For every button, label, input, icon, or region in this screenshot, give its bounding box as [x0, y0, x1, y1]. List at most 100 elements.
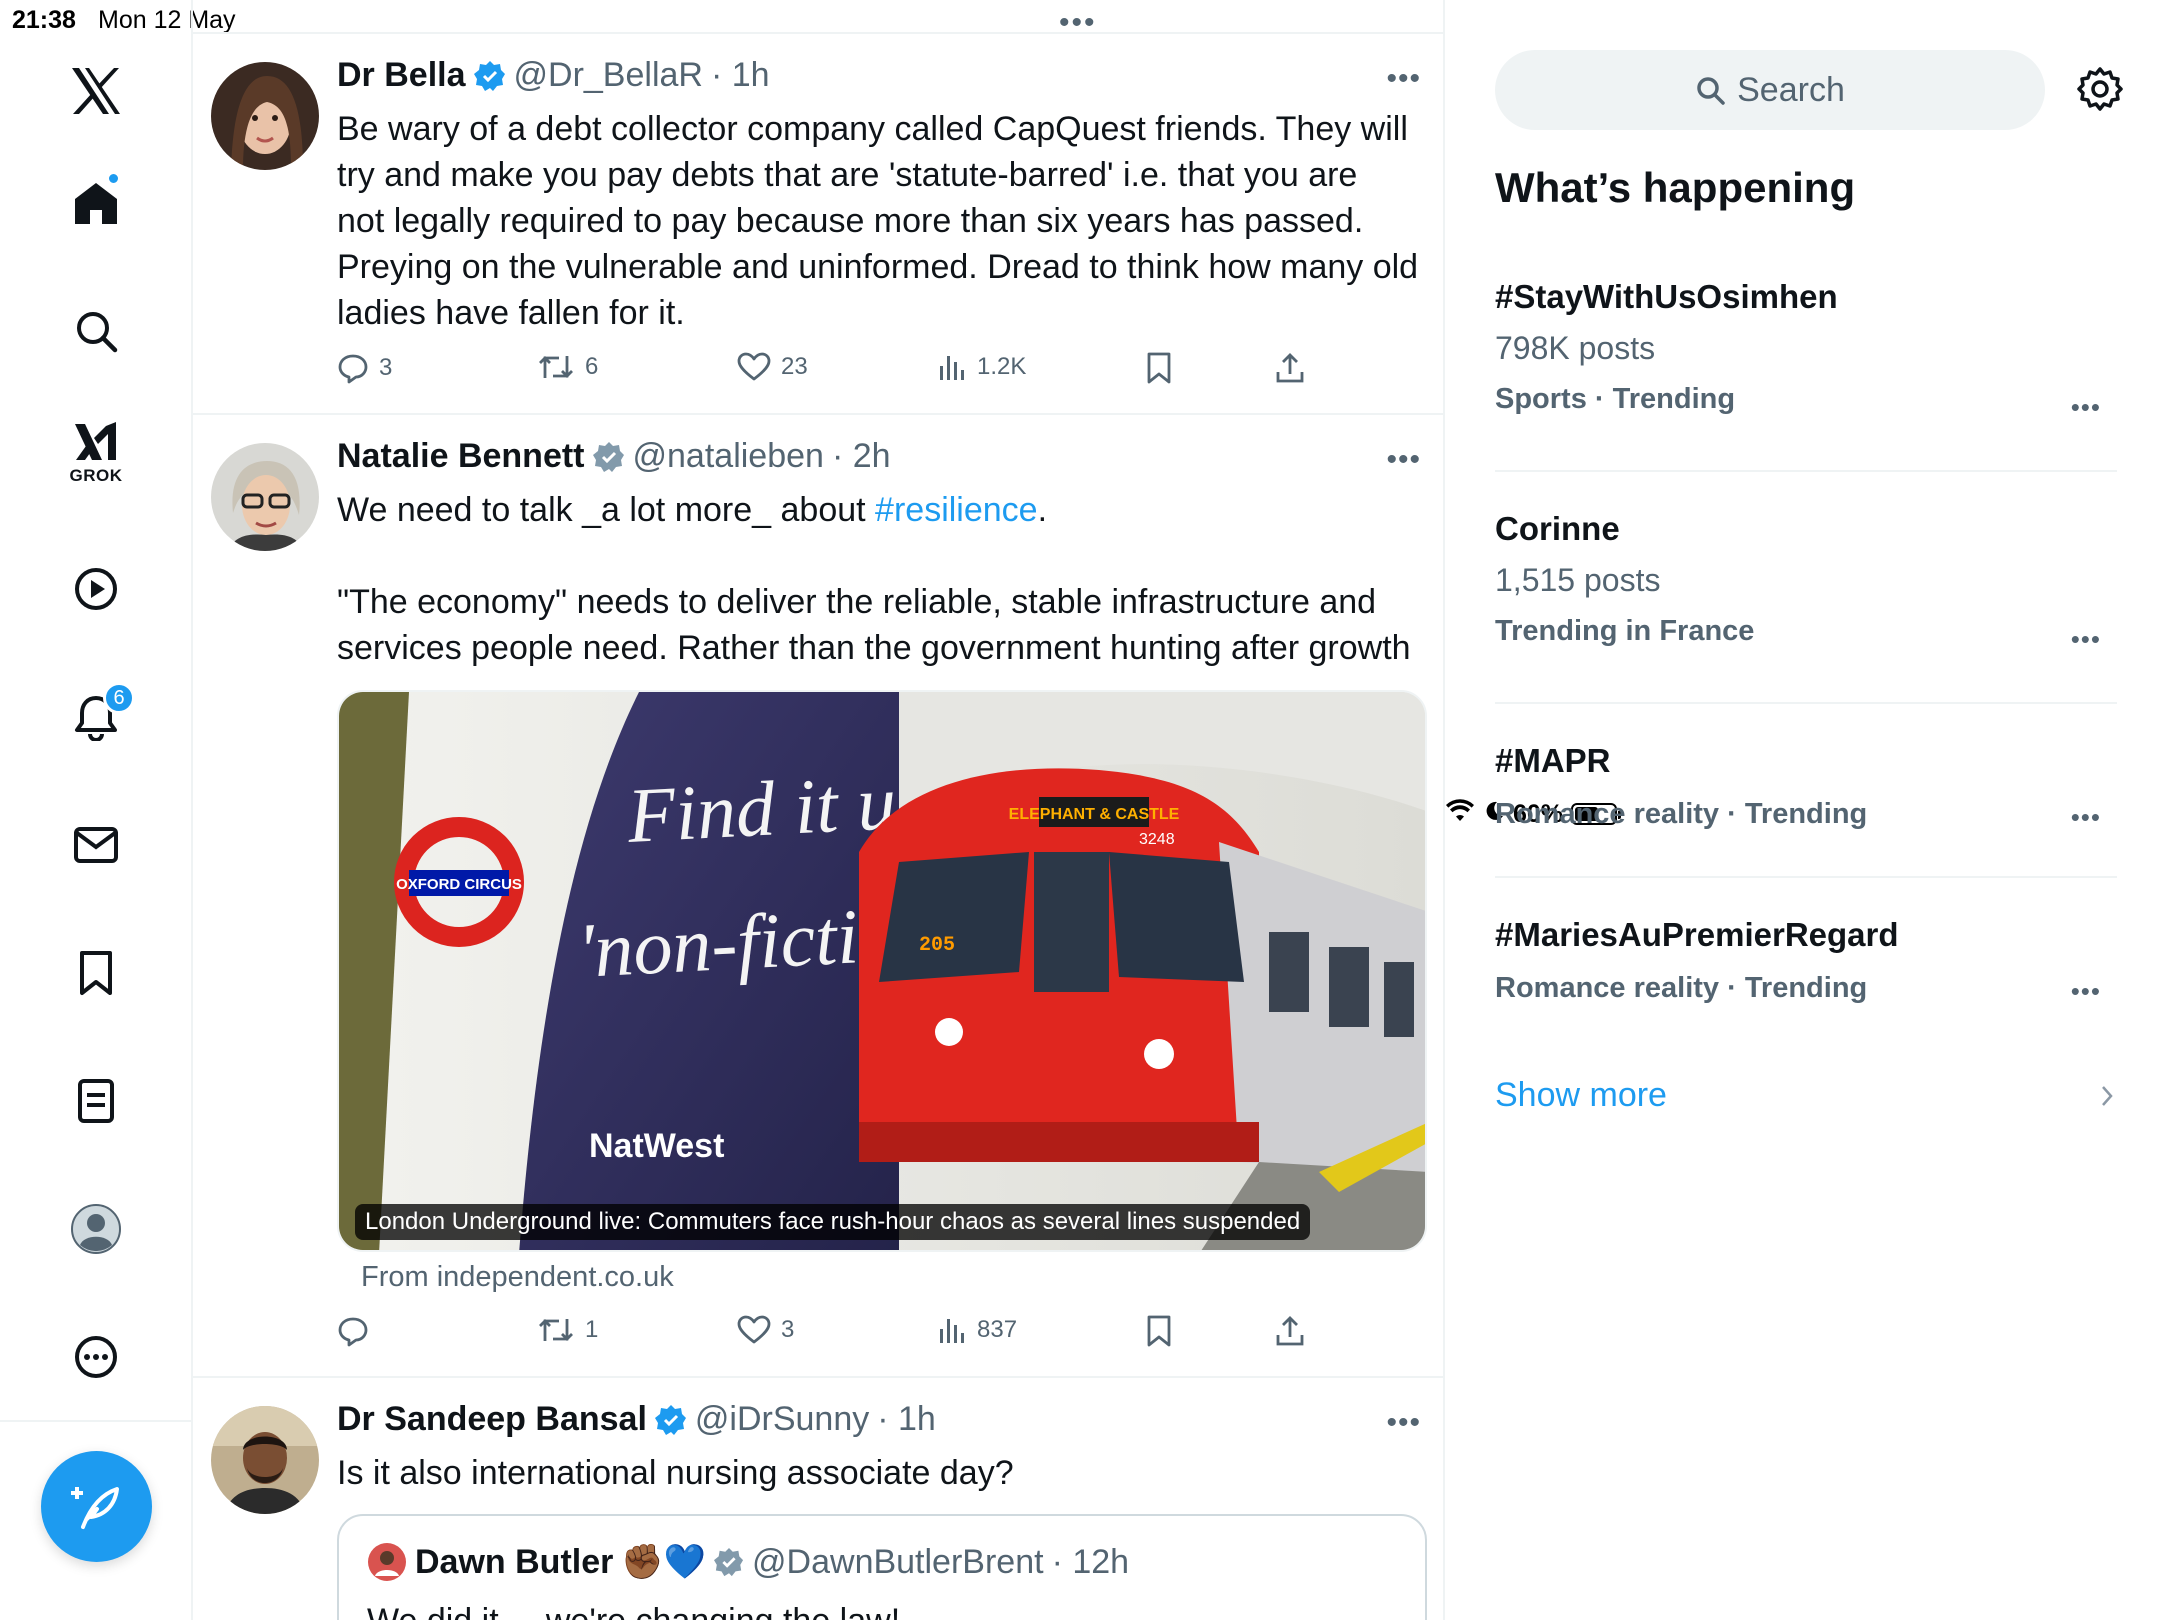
avatar[interactable]	[211, 443, 319, 551]
reply-icon	[338, 354, 368, 384]
tweet-time[interactable]: · 1h	[711, 56, 770, 95]
tweet[interactable]: Dr Bella @Dr_BellaR · 1h ••• Be wary of …	[193, 34, 1443, 415]
trend-item[interactable]: #MAPR Romance reality · Trending •••	[1495, 742, 2117, 852]
left-nav: GROK 6	[0, 0, 193, 1620]
avatar[interactable]	[211, 1406, 319, 1514]
trend-meta: Romance reality · Trending	[1495, 972, 1868, 1004]
hashtag-link[interactable]: #resilience	[875, 491, 1038, 529]
nav-more[interactable]	[51, 1312, 141, 1402]
bookmark-button[interactable]	[1145, 1315, 1173, 1347]
tweet-more-icon[interactable]: •••	[1386, 443, 1421, 477]
nav-divider	[0, 1420, 193, 1422]
search-box[interactable]: Search	[1495, 50, 2045, 130]
repost-button[interactable]: 1	[537, 1315, 598, 1345]
nav-explore[interactable]	[51, 286, 141, 376]
link-source[interactable]: From independent.co.uk	[361, 1261, 674, 1294]
author-name[interactable]: Dr Bella	[337, 56, 466, 95]
views-button[interactable]: 837	[937, 1315, 1017, 1345]
tweet-more-icon[interactable]: •••	[1386, 1406, 1421, 1440]
like-count: 23	[781, 353, 808, 380]
author-name[interactable]: Natalie Bennett	[337, 437, 585, 476]
quote-tweet[interactable]: Dawn Butler ✊🏾💙 @DawnButlerBrent · 12h W…	[337, 1514, 1427, 1620]
share-button[interactable]	[1275, 1315, 1305, 1347]
verified-badge-icon	[473, 60, 506, 92]
trend-item[interactable]: #MariesAuPremierRegard Romance reality ·…	[1495, 916, 2117, 1026]
tweet-text-line: ladies have fallen for it.	[337, 294, 685, 332]
tweet-text-line: We need to talk _a lot more_ about #resi…	[337, 487, 1427, 533]
author-handle[interactable]: @natalieben	[633, 437, 824, 476]
tweet-actions: 1 3 837	[337, 1315, 1337, 1365]
nav-profile[interactable]	[51, 1184, 141, 1274]
repost-icon	[539, 356, 573, 378]
tweet-text-segment: .	[1037, 491, 1048, 529]
reply-button[interactable]	[337, 1315, 379, 1347]
quote-avatar[interactable]	[367, 1542, 407, 1582]
repost-icon	[539, 1319, 573, 1341]
repost-button[interactable]: 6	[537, 352, 598, 382]
nav-messages[interactable]	[51, 800, 141, 890]
reply-button[interactable]: 3	[337, 352, 392, 384]
quote-author-handle[interactable]: @DawnButlerBrent	[752, 1543, 1044, 1582]
tweet-actions: 3 6 23 1.2K	[337, 352, 1337, 402]
trend-title: #StayWithUsOsimhen	[1495, 278, 1838, 315]
trend-more-icon[interactable]: •••	[2071, 624, 2101, 655]
heart-icon	[737, 1315, 771, 1344]
nav-home[interactable]	[51, 158, 141, 248]
list-icon	[78, 1079, 114, 1123]
tweet-text-line: services people need. Rather than the go…	[337, 629, 1411, 667]
nav-lists[interactable]	[51, 1056, 141, 1146]
search-icon	[77, 312, 118, 353]
like-count: 3	[781, 1316, 795, 1343]
tweet[interactable]: Dr Sandeep Bansal @iDrSunny · 1h ••• Is …	[193, 1378, 1443, 1620]
trend-meta: Trending in France	[1495, 615, 1755, 647]
views-chart-icon	[940, 356, 964, 380]
compose-button[interactable]	[41, 1451, 152, 1562]
x-logo-icon[interactable]	[51, 46, 141, 136]
whats-happening-heading: What’s happening	[1495, 164, 1856, 211]
heart-icon	[737, 352, 771, 381]
share-button[interactable]	[1275, 352, 1305, 384]
route-number: 205	[919, 934, 955, 957]
author-name[interactable]: Dr Sandeep Bansal	[337, 1400, 647, 1439]
nav-bookmarks[interactable]	[51, 928, 141, 1018]
bookmark-button[interactable]	[1145, 352, 1173, 384]
tweet-text-line: Preying on the vulnerable and uninformed…	[337, 248, 1419, 286]
tweet-time[interactable]: · 2h	[832, 437, 891, 476]
author-handle[interactable]: @Dr_BellaR	[514, 56, 703, 95]
nav-grok[interactable]: GROK	[51, 408, 141, 498]
trend-item[interactable]: #StayWithUsOsimhen 798K posts Sports · T…	[1495, 278, 2117, 448]
search-icon	[1697, 77, 1725, 105]
like-button[interactable]: 3	[737, 1315, 794, 1345]
gear-icon	[2077, 67, 2123, 111]
chevron-right-icon[interactable]	[2099, 1084, 2115, 1113]
previous-tweet-edge: •••	[193, 0, 1443, 39]
reply-count: 3	[379, 354, 393, 381]
tweet-text-line: "The economy" needs to deliver the relia…	[337, 583, 1377, 621]
nav-notifications[interactable]: 6	[51, 672, 141, 762]
trend-more-icon[interactable]: •••	[2071, 802, 2101, 833]
view-count: 1.2K	[977, 353, 1027, 380]
avatar[interactable]	[211, 62, 319, 170]
trend-item[interactable]: Corinne 1,515 posts Trending in France •…	[1495, 510, 2117, 680]
link-card-title: London Underground live: Commuters face …	[355, 1204, 1311, 1240]
settings-button[interactable]	[2077, 66, 2123, 117]
tweet-more-icon[interactable]: •••	[1386, 62, 1421, 96]
show-more-link[interactable]: Show more	[1495, 1076, 1667, 1115]
tweet-time[interactable]: · 1h	[877, 1400, 936, 1439]
author-handle[interactable]: @iDrSunny	[695, 1400, 869, 1439]
views-chart-icon	[940, 1319, 964, 1343]
mail-icon	[74, 827, 118, 863]
link-card-image[interactable]: OXFORD CIRCUS Find it under 'non-fiction…	[337, 690, 1427, 1252]
quote-author-name[interactable]: Dawn Butler	[415, 1543, 613, 1582]
search-placeholder: Search	[1737, 70, 1845, 109]
trend-more-icon[interactable]: •••	[2071, 976, 2101, 1007]
tweet[interactable]: Natalie Bennett @natalieben · 2h ••• We …	[193, 415, 1443, 1378]
play-circle-icon	[75, 568, 117, 610]
like-button[interactable]: 23	[737, 352, 808, 382]
views-button[interactable]: 1.2K	[937, 352, 1026, 382]
trend-meta: Sports · Trending	[1495, 383, 1736, 415]
nav-video[interactable]	[51, 544, 141, 634]
trend-more-icon[interactable]: •••	[2071, 392, 2101, 423]
underground-train-photo: OXFORD CIRCUS Find it under 'non-fiction…	[339, 692, 1425, 1250]
